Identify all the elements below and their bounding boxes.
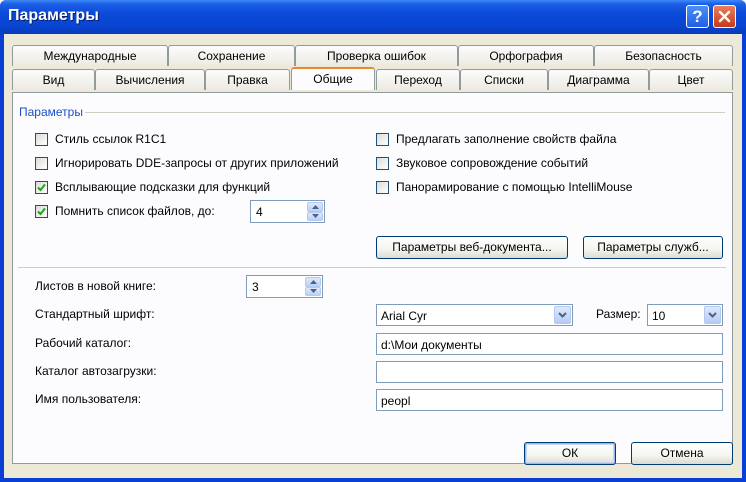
recent-files-count-spinner[interactable]: 4 <box>250 200 325 223</box>
username-value: peopl <box>381 394 411 408</box>
window-title: Параметры <box>8 7 99 24</box>
tab-transition[interactable]: Переход <box>376 69 460 90</box>
recent-files-label: Помнить список файлов, до: <box>55 204 215 218</box>
ok-button[interactable]: ОК <box>524 442 616 465</box>
settings-section-title: Параметры <box>19 105 83 119</box>
section-divider <box>85 112 725 113</box>
help-icon: ? <box>692 7 703 26</box>
cancel-button[interactable]: Отмена <box>631 442 733 465</box>
web-options-button[interactable]: Параметры веб-документа... <box>376 236 568 259</box>
font-size-value: 10 <box>652 309 666 323</box>
sheets-count-value: 3 <box>252 280 259 294</box>
title-bar[interactable]: Параметры ? <box>0 0 746 34</box>
tab-spelling[interactable]: Орфография <box>458 45 594 66</box>
prompt-file-properties-checkbox[interactable] <box>376 133 389 146</box>
tab-lists[interactable]: Списки <box>460 69 548 90</box>
close-button[interactable] <box>713 5 736 28</box>
prompt-file-properties-label: Предлагать заполнение свойств файла <box>396 132 617 146</box>
r1c1-label: Стиль ссылок R1C1 <box>55 132 167 146</box>
arrow-down-icon <box>311 214 319 219</box>
tab-calculation[interactable]: Вычисления <box>95 69 205 90</box>
close-icon <box>718 10 731 23</box>
sheets-count-spinner[interactable]: 3 <box>246 275 323 298</box>
default-directory-input[interactable]: d:\Мои документы <box>376 333 723 355</box>
default-directory-label: Рабочий каталог: <box>35 336 132 350</box>
spin-down-button[interactable] <box>305 286 321 296</box>
tab-edit[interactable]: Правка <box>205 69 290 90</box>
ignore-dde-checkbox[interactable] <box>35 157 48 170</box>
tab-chart[interactable]: Диаграмма <box>548 69 649 90</box>
dialog-window: Параметры ? Международные Сохранение Про… <box>0 0 746 482</box>
ignore-dde-label: Игнорировать DDE-запросы от других прило… <box>55 156 339 170</box>
arrow-up-icon <box>311 204 319 209</box>
help-button[interactable]: ? <box>686 5 709 28</box>
r1c1-checkbox[interactable] <box>35 133 48 146</box>
checkmark-icon <box>37 183 46 192</box>
startup-directory-input[interactable] <box>376 361 723 383</box>
spin-down-button[interactable] <box>307 211 323 221</box>
startup-directory-label: Каталог автозагрузки: <box>35 364 157 378</box>
function-tooltips-checkbox[interactable] <box>35 181 48 194</box>
checkmark-icon <box>37 207 46 216</box>
function-tooltips-label: Всплывающие подсказки для функций <box>55 180 271 194</box>
standard-font-label: Стандартный шрифт: <box>35 307 155 321</box>
arrow-down-icon <box>309 289 317 294</box>
size-dropdown-button[interactable] <box>704 306 721 324</box>
standard-font-select[interactable]: Arial Cyr <box>376 304 573 326</box>
default-directory-value: d:\Мои документы <box>381 338 482 352</box>
arrow-up-icon <box>309 279 317 284</box>
spin-up-button[interactable] <box>307 202 323 212</box>
font-size-select[interactable]: 10 <box>647 304 723 326</box>
tab-security[interactable]: Безопасность <box>594 45 733 66</box>
tab-error-checking[interactable]: Проверка ошибок <box>295 45 458 66</box>
standard-font-value: Arial Cyr <box>381 309 428 323</box>
font-size-label: Размер: <box>596 307 641 321</box>
event-sounds-label: Звуковое сопровождение событий <box>396 156 589 170</box>
section-separator <box>18 267 726 268</box>
chevron-down-icon <box>558 312 567 318</box>
spin-up-button[interactable] <box>305 277 321 287</box>
tab-color[interactable]: Цвет <box>649 69 733 90</box>
dialog-client-area: Международные Сохранение Проверка ошибок… <box>4 34 742 478</box>
chevron-down-icon <box>708 312 717 318</box>
username-input[interactable]: peopl <box>376 389 723 411</box>
font-dropdown-button[interactable] <box>554 306 571 324</box>
intellimouse-checkbox[interactable] <box>376 181 389 194</box>
tab-general[interactable]: Общие <box>291 67 375 90</box>
intellimouse-label: Панорамирование с помощью IntelliMouse <box>396 180 633 194</box>
tab-save[interactable]: Сохранение <box>168 45 295 66</box>
service-options-button[interactable]: Параметры служб... <box>583 236 723 259</box>
username-label: Имя пользователя: <box>35 392 142 406</box>
recent-files-checkbox[interactable] <box>35 205 48 218</box>
event-sounds-checkbox[interactable] <box>376 157 389 170</box>
tab-panel-general: Параметры Стиль ссылок R1C1 Игнорировать… <box>12 92 733 464</box>
tab-international[interactable]: Международные <box>12 45 168 66</box>
recent-files-count-value: 4 <box>256 205 263 219</box>
sheets-in-new-workbook-label: Листов в новой книге: <box>35 279 156 293</box>
tab-view[interactable]: Вид <box>12 69 95 90</box>
